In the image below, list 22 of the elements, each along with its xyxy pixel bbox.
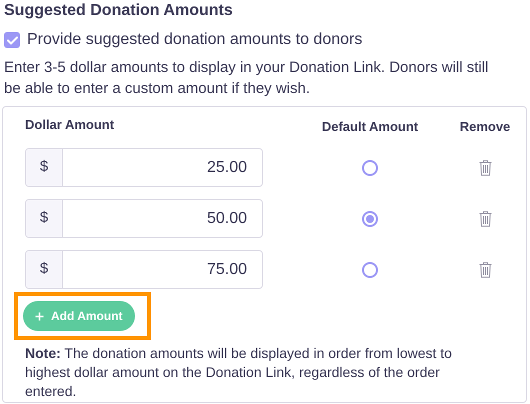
column-header: Remove xyxy=(460,118,510,136)
checkbox[interactable] xyxy=(4,32,20,48)
trash-icon[interactable] xyxy=(478,262,492,278)
currency-prefix: $ xyxy=(26,200,63,237)
trash-icon[interactable] xyxy=(478,210,492,226)
plus-icon xyxy=(35,312,44,320)
default-radio[interactable] xyxy=(362,160,378,176)
section-heading: Suggested Donation Amounts xyxy=(4,1,233,21)
amount-field[interactable]: $ 75.00 xyxy=(25,250,263,289)
instructions-text: Enter 3-5 dollar amounts to display in your Donation Link. Donors will still be able to enter a custom amount if they wish. xyxy=(4,58,490,99)
check-icon xyxy=(6,36,18,44)
column-header: Default Amount xyxy=(322,118,418,136)
note-text: Note: The donation amounts will be displayed in order from lowest to highest dollar amount on the Donation Link, regardless of the order entered. xyxy=(25,344,453,401)
amount-field[interactable]: $ 50.00 xyxy=(25,199,263,238)
default-radio[interactable] xyxy=(362,262,378,278)
column-header: Dollar Amount xyxy=(25,117,114,132)
amount-field[interactable]: $ 25.00 xyxy=(25,148,263,187)
currency-prefix: $ xyxy=(26,251,63,288)
trash-icon[interactable] xyxy=(478,160,492,176)
checkbox-label: Provide suggested donation amounts to donors xyxy=(27,30,362,50)
currency-prefix: $ xyxy=(26,149,63,186)
default-radio[interactable] xyxy=(362,210,378,226)
